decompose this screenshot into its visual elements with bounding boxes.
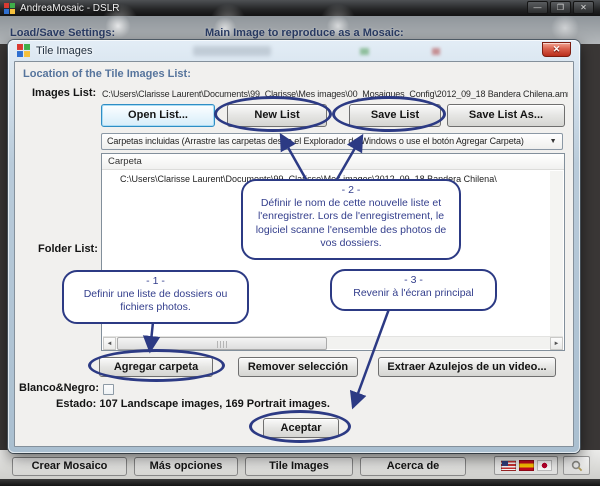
main-image-label: Main Image to reproduce as a Mosaic: xyxy=(205,27,404,39)
chevron-down-icon: ▼ xyxy=(546,135,560,148)
callout-1-text: Definir une liste de dossiers ou fichier… xyxy=(70,288,241,314)
load-save-settings-label: Load/Save Settings: xyxy=(10,27,115,39)
us-flag-icon[interactable] xyxy=(501,460,516,471)
vertical-scrollbar[interactable] xyxy=(550,171,563,337)
callout-2-number: - 2 - xyxy=(249,184,453,197)
language-selector[interactable] xyxy=(494,456,558,475)
close-icon: ✕ xyxy=(580,3,587,12)
minimize-icon: — xyxy=(534,3,542,12)
blanco-negro-checkbox[interactable] xyxy=(103,384,114,395)
callout-1-number: - 1 - xyxy=(70,275,241,288)
extraer-azulejos-button[interactable]: Extraer Azulejos de un video... xyxy=(378,357,556,377)
dialog-title: Tile Images xyxy=(36,45,92,57)
save-list-as-button[interactable]: Save List As... xyxy=(447,104,565,127)
app-window-titlebar: AndreaMosaic - DSLR — ❐ ✕ xyxy=(0,0,600,16)
tile-images-button[interactable]: Tile Images xyxy=(245,457,353,476)
callout-3-text: Revenir à l'écran principal xyxy=(338,287,489,300)
titlebar-glass-reflection xyxy=(432,48,440,55)
window-bottom-border xyxy=(0,479,600,486)
folder-list-label: Folder List: xyxy=(38,243,98,255)
open-list-button[interactable]: Open List... xyxy=(101,104,215,127)
scroll-right-arrow[interactable]: ► xyxy=(550,337,563,350)
andreamosaic-app-icon xyxy=(4,3,15,14)
callout-step-2: - 2 - Définir le nom de cette nouvelle l… xyxy=(241,179,461,260)
callout-2-text: Définir le nom de cette nouvelle liste e… xyxy=(249,197,453,250)
tile-images-dialog-icon xyxy=(17,44,30,57)
folder-combo-selected-option: Carpetas incluidas (Arrastre las carpeta… xyxy=(107,136,524,146)
search-button[interactable] xyxy=(563,456,590,475)
images-list-path: C:\Users\Clarisse Laurent\Documents\99_C… xyxy=(102,89,568,99)
scrollbar-grip xyxy=(217,341,227,348)
images-list-label: Images List: xyxy=(32,87,96,99)
maximize-button[interactable]: ❐ xyxy=(550,1,571,14)
app-window-title: AndreaMosaic - DSLR xyxy=(20,3,119,14)
annotation-circle-agregar-carpeta xyxy=(88,349,225,382)
japan-flag-icon[interactable] xyxy=(537,460,552,471)
callout-step-1: - 1 - Definir une liste de dossiers ou f… xyxy=(62,270,249,324)
blanco-negro-label: Blanco&Negro: xyxy=(19,382,99,394)
status-text: Estado: 107 Landscape images, 169 Portra… xyxy=(56,398,330,410)
spain-flag-icon[interactable] xyxy=(519,460,534,471)
screen: AndreaMosaic - DSLR — ❐ ✕ Load/Save Sett… xyxy=(0,0,600,486)
callout-3-number: - 3 - xyxy=(338,274,489,287)
search-icon xyxy=(571,460,583,472)
callout-step-3: - 3 - Revenir à l'écran principal xyxy=(330,269,497,311)
acerca-de-button[interactable]: Acerca de xyxy=(360,457,466,476)
titlebar-glass-reflection xyxy=(193,46,271,56)
annotation-circle-new-list xyxy=(214,96,332,132)
dialog-close-icon: ✕ xyxy=(553,44,561,54)
list-column-header: Carpeta xyxy=(102,154,564,170)
horizontal-scrollbar[interactable]: ◄ ► xyxy=(103,336,563,349)
crear-mosaico-button[interactable]: Crear Mosaico xyxy=(12,457,127,476)
section-title: Location of the Tile Images List: xyxy=(23,68,191,80)
annotation-circle-save-list xyxy=(332,96,446,132)
scrollbar-thumb[interactable] xyxy=(117,337,327,350)
folder-source-combobox[interactable]: Carpetas incluidas (Arrastre las carpeta… xyxy=(101,133,563,150)
scroll-left-arrow[interactable]: ◄ xyxy=(103,337,116,350)
remover-seleccion-button[interactable]: Remover selección xyxy=(238,357,358,377)
minimize-button[interactable]: — xyxy=(527,1,548,14)
dialog-titlebar: Tile Images ✕ xyxy=(8,40,580,61)
titlebar-glass-reflection xyxy=(360,48,369,55)
annotation-circle-aceptar xyxy=(249,410,351,443)
close-button[interactable]: ✕ xyxy=(573,1,594,14)
mas-opciones-button[interactable]: Más opciones xyxy=(134,457,238,476)
dialog-close-button[interactable]: ✕ xyxy=(542,42,571,57)
maximize-icon: ❐ xyxy=(557,3,564,12)
